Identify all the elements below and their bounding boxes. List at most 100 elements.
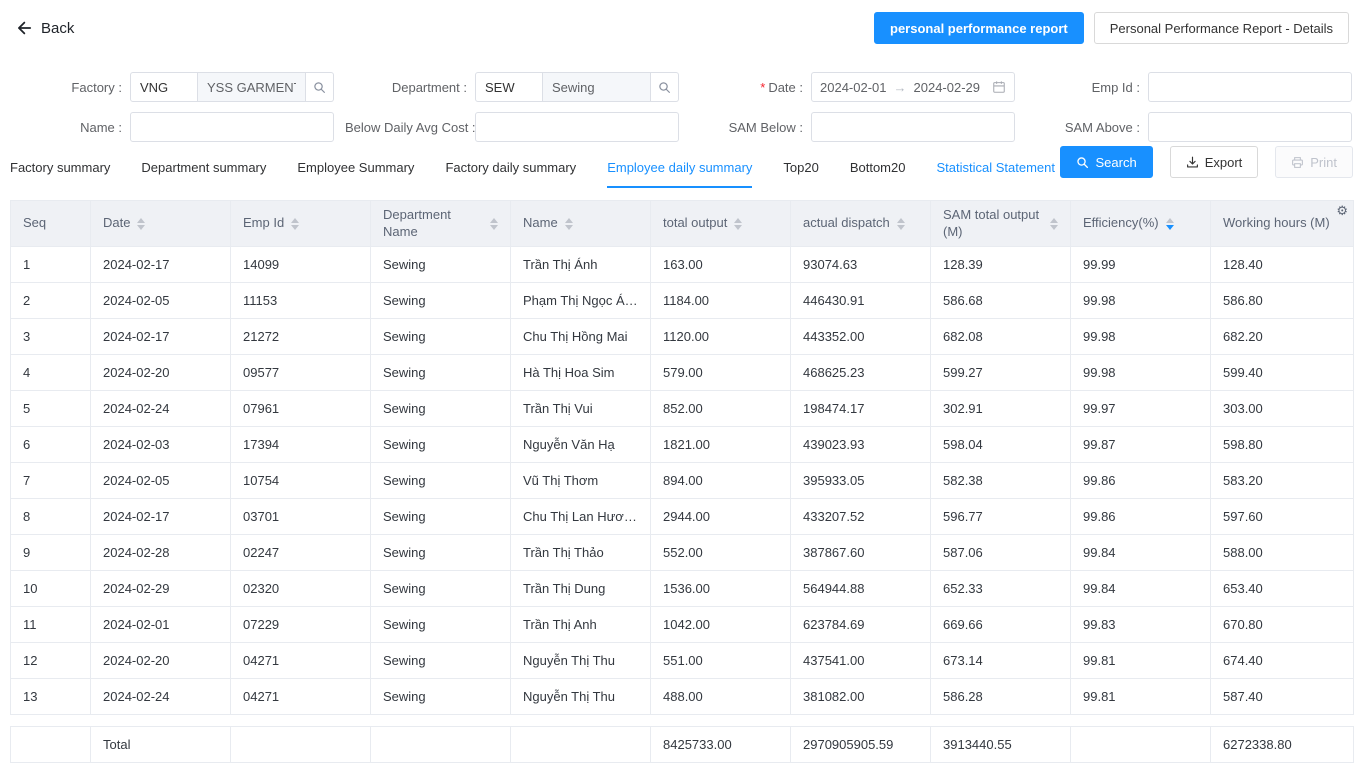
settings-gear-icon[interactable]: ⚙ — [1336, 204, 1348, 217]
tabs: Factory summary Department summary Employe… — [10, 144, 1060, 188]
table-cell: 3 — [10, 318, 91, 355]
column-header-total-output[interactable]: total output — [650, 200, 791, 247]
table-cell: 387867.60 — [790, 534, 931, 571]
total-cell — [370, 726, 511, 763]
table-cell: 599.27 — [930, 354, 1071, 391]
total-cell: 8425733.00 — [650, 726, 791, 763]
table-row: 8 2024-02-17 03701 Sewing Chu Thị Lan Hương 2… — [10, 498, 1354, 535]
date-start-value[interactable]: 2024-02-01 — [820, 80, 887, 95]
emp-id-filter: Emp Id : — [1018, 72, 1363, 102]
sam-above-filter: SAM Above : — [1018, 112, 1363, 142]
date-range-picker[interactable]: 2024-02-01 → 2024-02-29 — [811, 72, 1015, 102]
tab-top20[interactable]: Top20 — [783, 144, 818, 188]
table-cell: 669.66 — [930, 606, 1071, 643]
sort-carets-icon[interactable] — [490, 217, 498, 230]
table-cell: 587.06 — [930, 534, 1071, 571]
column-header-actual-dispatch[interactable]: actual dispatch — [790, 200, 931, 247]
back-arrow-icon — [14, 19, 32, 37]
sam-below-input[interactable] — [811, 112, 1015, 142]
table-cell: Sewing — [370, 642, 511, 679]
below-daily-avg-cost-input[interactable] — [475, 112, 679, 142]
table-cell: 433207.52 — [790, 498, 931, 535]
name-label: Name : — [80, 119, 122, 135]
table-row: 3 2024-02-17 21272 Sewing Chu Thị Hồng Mai 11… — [10, 318, 1354, 355]
search-icon — [658, 81, 671, 94]
column-label: Seq — [23, 215, 47, 231]
table-cell: 582.38 — [930, 462, 1071, 499]
table-cell: Sewing — [370, 534, 511, 571]
sort-carets-icon[interactable] — [137, 217, 146, 230]
table-cell: 11 — [10, 606, 91, 643]
tab-employee-summary[interactable]: Employee Summary — [297, 144, 414, 188]
column-header-sam-total-output-m[interactable]: SAM total output (M) — [930, 200, 1071, 247]
column-header-name[interactable]: Name — [510, 200, 651, 247]
table-cell: 04271 — [230, 642, 371, 679]
department-code-input[interactable] — [475, 72, 543, 102]
table-cell: 395933.05 — [790, 462, 931, 499]
table-cell: 4 — [10, 354, 91, 391]
personal-performance-report-details-button[interactable]: Personal Performance Report - Details — [1093, 12, 1349, 44]
search-button[interactable]: Search — [1060, 146, 1153, 178]
column-header-date[interactable]: Date — [90, 200, 231, 247]
sort-carets-icon[interactable] — [1165, 217, 1174, 230]
sort-carets-icon[interactable] — [1050, 217, 1058, 230]
column-label: total output — [663, 215, 728, 231]
sort-carets-icon[interactable] — [896, 217, 905, 230]
tab-factory-daily-summary[interactable]: Factory daily summary — [445, 144, 576, 188]
table-row: 4 2024-02-20 09577 Sewing Hà Thị Hoa Sim 579.… — [10, 354, 1354, 391]
table-cell: 1120.00 — [650, 318, 791, 355]
tab-statistical-statement[interactable]: Statistical Statement — [936, 144, 1055, 188]
tab-bottom20[interactable]: Bottom20 — [850, 144, 906, 188]
arrow-right-icon: → — [893, 79, 907, 95]
department-filter: Department : — [345, 72, 681, 102]
table-cell: Sewing — [370, 282, 511, 319]
column-header-department-name[interactable]: Department Name — [370, 200, 511, 247]
column-label: Date — [103, 215, 131, 231]
factory-name-input[interactable] — [198, 72, 306, 102]
table-cell: 2024-02-01 — [90, 606, 231, 643]
tab-department-summary[interactable]: Department summary — [141, 144, 266, 188]
search-icon — [1076, 156, 1089, 169]
table-cell: 2024-02-17 — [90, 318, 231, 355]
back-button[interactable]: Back — [14, 19, 74, 37]
sam-above-input[interactable] — [1148, 112, 1352, 142]
date-end-value[interactable]: 2024-02-29 — [914, 80, 981, 95]
personal-performance-report-button[interactable]: personal performance report — [874, 12, 1084, 44]
table-header-row: Seq Date Emp Id Department Name Name total ou… — [10, 200, 1354, 247]
sort-carets-icon[interactable] — [291, 217, 300, 230]
table-cell: 99.86 — [1070, 498, 1211, 535]
sort-carets-icon[interactable] — [734, 217, 743, 230]
department-name-input[interactable] — [543, 72, 651, 102]
table-cell: 552.00 — [650, 534, 791, 571]
column-header-efficiency[interactable]: Efficiency(%) — [1070, 200, 1211, 247]
column-header-emp-id[interactable]: Emp Id — [230, 200, 371, 247]
name-input[interactable] — [130, 112, 334, 142]
table-cell: 128.39 — [930, 246, 1071, 283]
table-cell: 682.08 — [930, 318, 1071, 355]
table-cell: 674.40 — [1210, 642, 1354, 679]
total-row: Total 8425733.00 2970905905.59 3913440.55 62… — [10, 726, 1354, 763]
table-cell: Trần Thị Thảo — [510, 534, 651, 571]
export-button[interactable]: Export — [1169, 146, 1259, 178]
tab-factory-summary[interactable]: Factory summary — [10, 144, 110, 188]
total-cell — [10, 726, 91, 763]
department-search-button[interactable] — [651, 72, 679, 102]
sort-carets-icon[interactable] — [564, 217, 573, 230]
emp-id-input[interactable] — [1148, 72, 1352, 102]
table-cell: 2024-02-17 — [90, 246, 231, 283]
column-label: Department Name — [383, 207, 451, 239]
table-cell: 04271 — [230, 678, 371, 715]
factory-search-button[interactable] — [306, 72, 334, 102]
table-cell: 7 — [10, 462, 91, 499]
total-cell: 3913440.55 — [930, 726, 1071, 763]
table-cell: 1184.00 — [650, 282, 791, 319]
table-cell: 303.00 — [1210, 390, 1354, 427]
factory-code-input[interactable] — [130, 72, 198, 102]
table-cell: 1 — [10, 246, 91, 283]
table-cell: 1536.00 — [650, 570, 791, 607]
tab-employee-daily-summary[interactable]: Employee daily summary — [607, 144, 753, 188]
table-cell: 2944.00 — [650, 498, 791, 535]
table-row: 12 2024-02-20 04271 Sewing Nguyễn Thị Thu 551… — [10, 642, 1354, 679]
date-label: * Date : — [681, 80, 811, 95]
table-row: 5 2024-02-24 07961 Sewing Trần Thị Vui 852.00… — [10, 390, 1354, 427]
